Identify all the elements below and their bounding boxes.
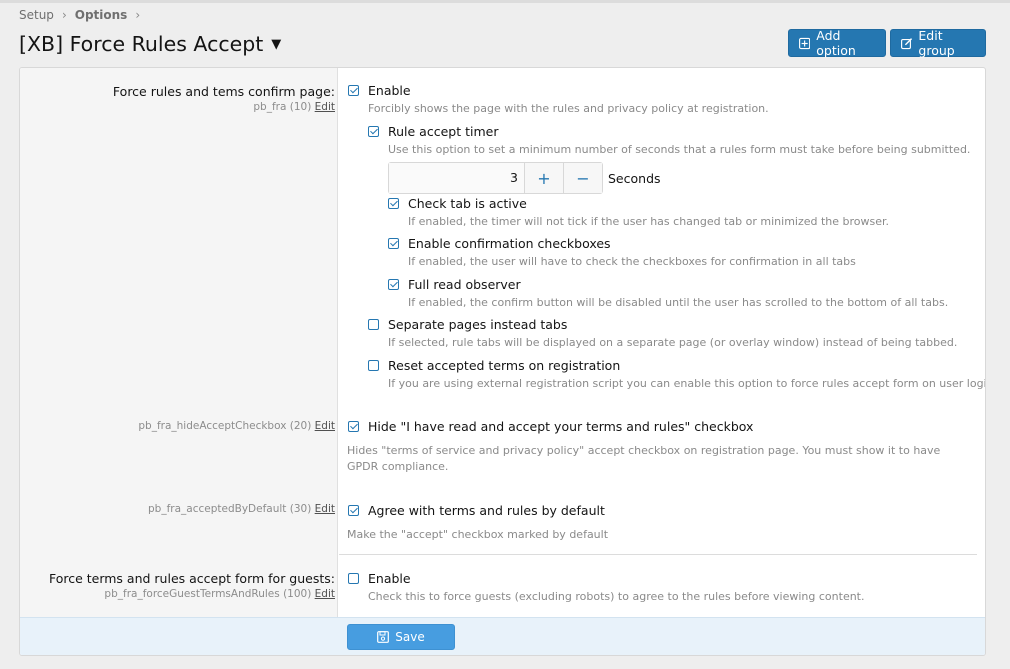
timer-hint: Use this option to set a minimum number … [388, 143, 971, 156]
edit-link[interactable]: Edit [315, 101, 335, 113]
save-label: Save [395, 630, 425, 644]
chevron-right-icon: › [135, 8, 141, 22]
edit-group-button[interactable]: Edit group [890, 28, 986, 58]
row-divider [339, 554, 977, 555]
confirm-checkboxes-checkbox[interactable] [388, 238, 399, 249]
tab-active-hint: If enabled, the timer will not tick if t… [408, 215, 890, 228]
option-key-text: pb_fra (10) [253, 101, 312, 113]
tab-active-label: Check tab is active [408, 196, 527, 211]
default-checkbox[interactable] [348, 505, 359, 516]
option-key: pb_fra (10) Edit [113, 101, 335, 113]
enable-label: Enable [368, 83, 411, 98]
breadcrumb: Setup › Options › [19, 8, 148, 22]
separate-pages-checkbox[interactable] [368, 319, 379, 330]
edit-link[interactable]: Edit [315, 503, 335, 515]
edit-group-label: Edit group [918, 28, 955, 58]
reset-terms-checkbox[interactable] [368, 360, 379, 371]
option-label-main: Force rules and tems confirm page: pb_fr… [113, 84, 335, 113]
breadcrumb-options[interactable]: Options [75, 8, 128, 22]
option-key-text: pb_fra_hideAcceptCheckbox (20) [138, 420, 312, 432]
option-label-guests: Force terms and rules accept form for gu… [49, 571, 335, 600]
timer-label: Rule accept timer [388, 124, 499, 139]
hide-hint: Hides "terms of service and privacy poli… [347, 444, 941, 473]
hide-checkbox[interactable] [348, 421, 359, 432]
separate-pages-label: Separate pages instead tabs [388, 317, 568, 332]
confirm-checkboxes-hint: If enabled, the user will have to check … [408, 255, 856, 268]
page-title: [XB] Force Rules Accept [19, 32, 264, 56]
edit-link[interactable]: Edit [315, 588, 335, 600]
reset-terms-label: Reset accepted terms on registration [388, 358, 621, 373]
reset-terms-hint: If you are using external registration s… [388, 377, 986, 390]
hide-label: Hide "I have read and accept your terms … [368, 419, 754, 434]
enable-hint: Forcibly shows the page with the rules a… [368, 102, 769, 115]
top-bar [0, 0, 1010, 3]
plus-icon[interactable]: + [524, 163, 563, 193]
timer-stepper[interactable]: 3 + − [388, 162, 603, 194]
separate-pages-hint: If selected, rule tabs will be displayed… [388, 336, 958, 349]
options-panel: Force rules and tems confirm page: pb_fr… [19, 67, 986, 656]
label-column [20, 68, 338, 617]
edit-icon [901, 37, 913, 49]
add-option-button[interactable]: Add option [788, 28, 886, 58]
option-key: pb_fra_forceGuestTermsAndRules (100) Edi… [49, 588, 335, 600]
guests-enable-label: Enable [368, 571, 411, 586]
option-key-text: pb_fra_acceptedByDefault (30) [148, 503, 312, 515]
default-hint: Make the "accept" checkbox marked by def… [347, 528, 609, 541]
guests-checkbox[interactable] [348, 573, 359, 584]
timer-checkbox[interactable] [368, 126, 379, 137]
full-read-hint: If enabled, the confirm button will be d… [408, 296, 949, 309]
save-icon [377, 631, 390, 643]
edit-link[interactable]: Edit [315, 420, 335, 432]
option-title: Force rules and tems confirm page: [112, 84, 335, 99]
plus-square-icon [799, 37, 811, 49]
timer-value[interactable]: 3 [389, 163, 524, 193]
full-read-checkbox[interactable] [388, 279, 399, 290]
option-key-text: pb_fra_forceGuestTermsAndRules (100) [104, 588, 312, 600]
caret-down-icon: ▼ [271, 36, 282, 52]
option-label-default: pb_fra_acceptedByDefault (30) Edit [148, 503, 335, 515]
form-footer: Save [20, 617, 985, 655]
chevron-right-icon: › [61, 8, 67, 22]
full-read-label: Full read observer [408, 277, 521, 292]
timer-unit: Seconds [608, 171, 661, 186]
save-button[interactable]: Save [347, 624, 455, 650]
option-label-hide: pb_fra_hideAcceptCheckbox (20) Edit [138, 420, 335, 432]
enable-checkbox[interactable] [348, 85, 359, 96]
breadcrumb-setup[interactable]: Setup [19, 8, 54, 22]
add-option-label: Add option [816, 28, 856, 58]
default-label: Agree with terms and rules by default [368, 503, 605, 518]
minus-icon[interactable]: − [563, 163, 602, 193]
confirm-checkboxes-label: Enable confirmation checkboxes [408, 236, 611, 251]
option-title: Force terms and rules accept form for gu… [48, 571, 335, 586]
tab-active-checkbox[interactable] [388, 198, 399, 209]
page-title-wrap[interactable]: [XB] Force Rules Accept ▼ [19, 32, 281, 56]
guests-enable-hint: Check this to force guests (excluding ro… [368, 590, 865, 603]
